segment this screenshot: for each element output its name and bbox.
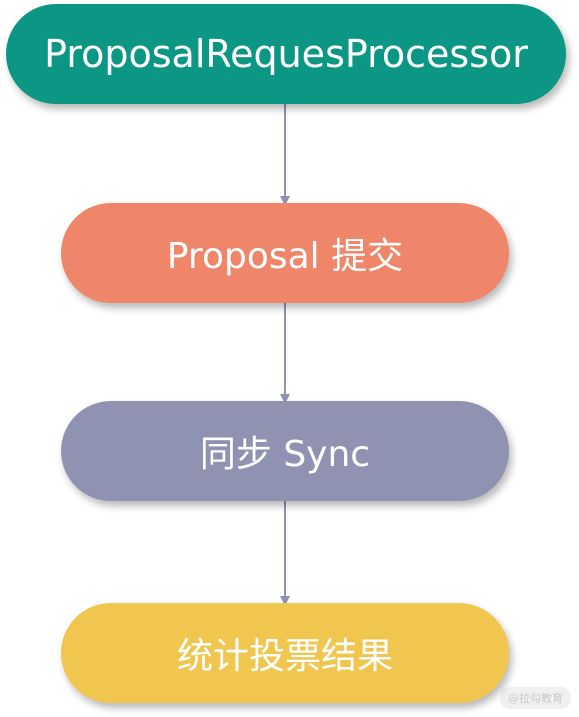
node-vote-count-result: 统计投票结果 (61, 603, 509, 703)
node-sync: 同步 Sync (61, 401, 509, 501)
watermark: @拉勾教育 (500, 687, 571, 709)
node-label: ProposalRequesProcessor (44, 32, 528, 76)
node-label: Proposal 提交 (166, 236, 404, 277)
node-proposal-submit: Proposal 提交 (61, 203, 509, 303)
watermark-text: @拉勾教育 (508, 692, 563, 705)
node-label: 同步 Sync (199, 434, 371, 475)
node-label: 统计投票结果 (176, 636, 393, 677)
node-proposal-request-processor: ProposalRequesProcessor (6, 4, 566, 104)
